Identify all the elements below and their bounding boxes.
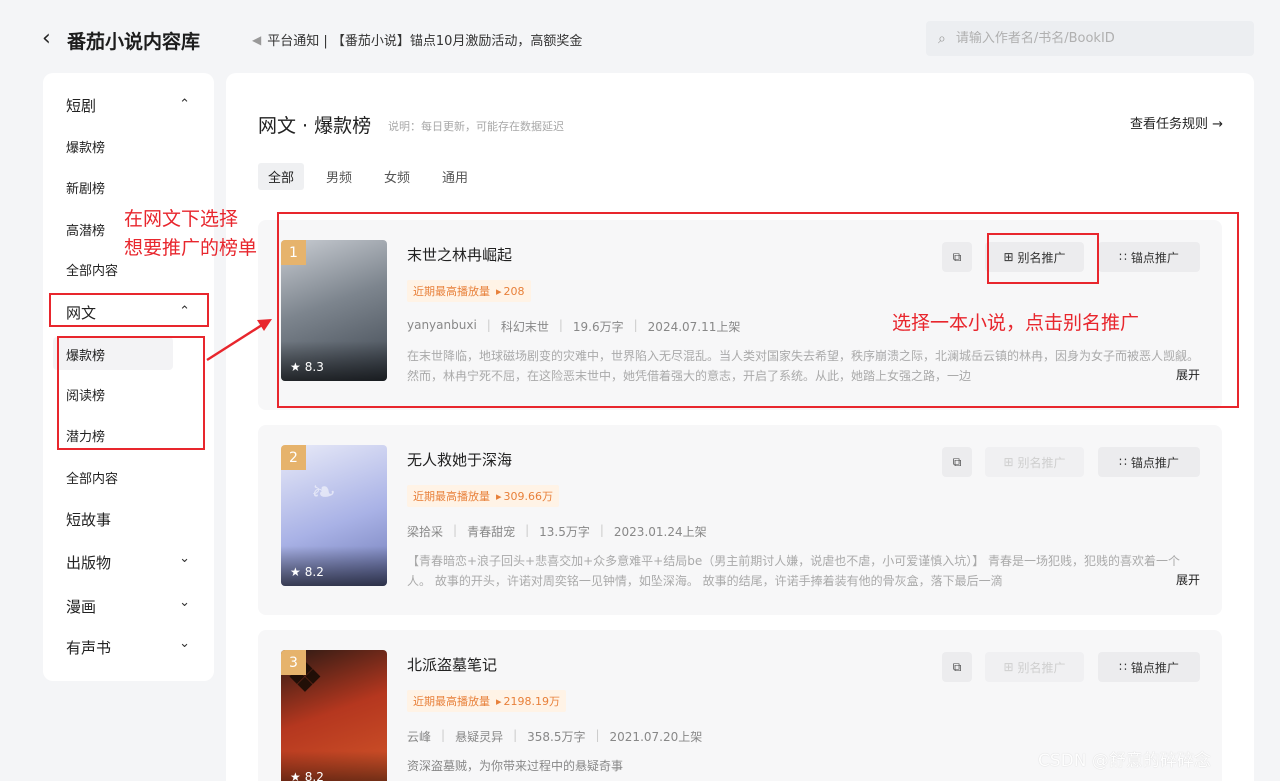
watermark: CSDN @舒意的碎碎念 [1038,751,1211,771]
annotation-arrow [206,319,272,362]
